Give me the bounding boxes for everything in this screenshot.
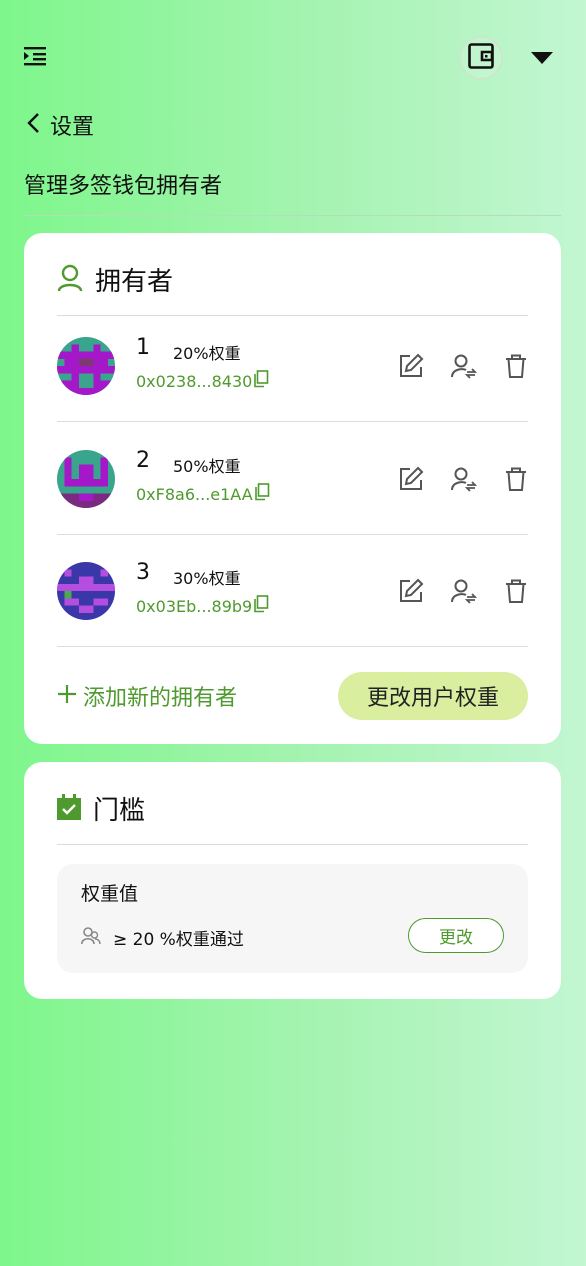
trash-icon[interactable] [503, 466, 529, 492]
owner-weight: 20%权重 [173, 344, 241, 363]
plus-icon [57, 684, 77, 708]
add-owner-button[interactable]: 添加新的拥有者 [57, 680, 237, 712]
switch-user-icon[interactable] [451, 578, 478, 604]
wallet-button[interactable] [459, 36, 503, 80]
change-threshold-button[interactable]: 更改 [408, 918, 504, 953]
owner-row: 2 50%权重 0xF8a6...e1AA [57, 444, 528, 514]
threshold-card-header: 门槛 [57, 790, 145, 827]
threshold-rule-text: ≥ 20 %权重通过 [113, 930, 244, 950]
owner-index: 2 [136, 448, 150, 473]
avatar [57, 450, 115, 508]
chevron-left-icon [26, 112, 40, 138]
add-owner-label: 添加新的拥有者 [83, 686, 238, 711]
threshold-card-title: 门槛 [93, 796, 146, 826]
divider [57, 646, 528, 647]
divider [57, 315, 528, 316]
divider [24, 215, 561, 216]
owner-address-text: 0x0238...8430 [136, 371, 253, 391]
avatar [57, 562, 115, 620]
avatar [57, 337, 115, 395]
owner-address: 0x0238...8430 [136, 370, 269, 392]
owners-card-header: 拥有者 [57, 261, 173, 298]
owner-weight: 30%权重 [173, 569, 241, 588]
user-icon [57, 264, 83, 296]
switch-user-icon[interactable] [451, 466, 478, 492]
owner-weight: 50%权重 [173, 457, 241, 476]
divider [57, 844, 528, 845]
back-button[interactable]: 设置 [26, 110, 94, 140]
divider [57, 534, 528, 535]
change-weight-button[interactable]: 更改用户权重 [338, 672, 528, 720]
trash-icon[interactable] [503, 353, 529, 379]
weight-value-label: 权重值 [81, 883, 139, 905]
top-bar [0, 0, 586, 110]
owners-card-title: 拥有者 [95, 267, 174, 297]
edit-icon[interactable] [398, 353, 424, 379]
edit-icon[interactable] [398, 578, 424, 604]
owner-address-text: 0x03Eb...89b9 [136, 596, 253, 616]
copy-icon[interactable] [253, 595, 269, 617]
owner-row: 3 30%权重 0x03Eb...89b9 [57, 556, 528, 626]
page-title: 管理多签钱包拥有者 [24, 174, 223, 199]
owner-row: 1 20%权重 0x0238...8430 [57, 331, 528, 401]
owner-address: 0xF8a6...e1AA [136, 483, 270, 505]
owner-index: 3 [136, 560, 150, 585]
owner-address: 0x03Eb...89b9 [136, 595, 269, 617]
wallet-icon [468, 43, 494, 73]
copy-icon[interactable] [254, 483, 270, 505]
divider [57, 421, 528, 422]
copy-icon[interactable] [253, 370, 269, 392]
threshold-card: 门槛 权重值 ≥ 20 %权重通过 更改 [24, 762, 561, 999]
calendar-check-icon [57, 793, 81, 824]
menu-indent-icon[interactable] [24, 45, 48, 67]
threshold-panel: 权重值 ≥ 20 %权重通过 更改 [57, 864, 528, 973]
owners-card: 拥有者 1 20%权重 0x0238...8430 2 50%权重 0xF8a6… [24, 233, 561, 744]
trash-icon[interactable] [503, 578, 529, 604]
back-label: 设置 [50, 115, 95, 140]
edit-icon[interactable] [398, 466, 424, 492]
switch-user-icon[interactable] [451, 353, 478, 379]
owner-address-text: 0xF8a6...e1AA [136, 484, 253, 504]
threshold-rule: ≥ 20 %权重通过 [81, 925, 244, 950]
owner-index: 1 [136, 335, 150, 360]
caret-down-icon[interactable] [531, 50, 553, 64]
users-icon [81, 926, 101, 950]
